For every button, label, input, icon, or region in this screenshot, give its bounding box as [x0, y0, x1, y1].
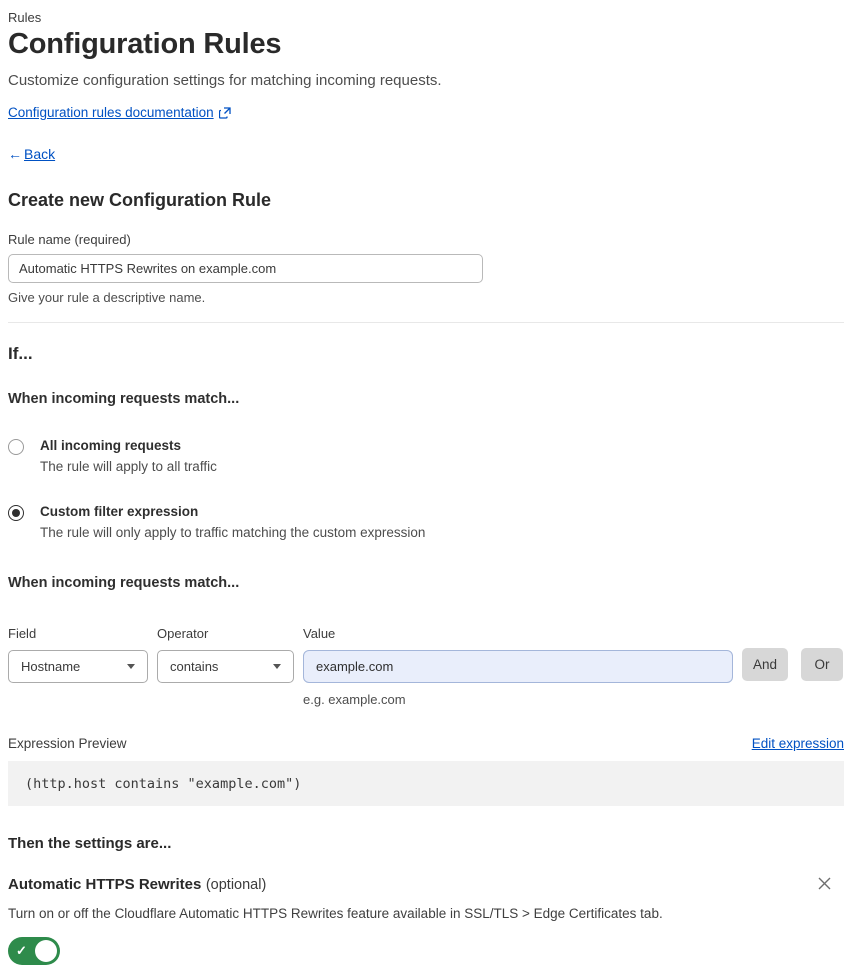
if-heading: If...	[8, 344, 33, 363]
expression-preview-code: (http.host contains "example.com")	[8, 761, 844, 806]
check-icon: ✓	[16, 943, 27, 958]
operator-select[interactable]: contains	[157, 650, 294, 683]
rule-name-input[interactable]	[8, 254, 483, 283]
remove-setting-button[interactable]	[817, 876, 832, 891]
radio-unselected-icon[interactable]	[8, 439, 24, 455]
back-link[interactable]: Back	[24, 146, 55, 162]
field-label: Field	[8, 626, 37, 641]
operator-label: Operator	[157, 626, 209, 641]
match-type-heading: When incoming requests match...	[8, 391, 240, 407]
radio-selected-icon[interactable]	[8, 505, 24, 521]
setting-optional-label: (optional)	[205, 877, 267, 893]
edit-expression-link[interactable]: Edit expression	[752, 736, 844, 751]
rule-name-label: Rule name (required)	[8, 232, 131, 247]
then-heading: Then the settings are...	[8, 835, 172, 852]
documentation-link-label: Configuration rules documentation	[8, 105, 214, 120]
radio-custom-filter-expression[interactable]: Custom filter expression The rule will o…	[8, 504, 844, 540]
or-button[interactable]: Or	[801, 648, 844, 681]
create-rule-heading: Create new Configuration Rule	[8, 190, 272, 210]
and-button[interactable]: And	[742, 648, 789, 681]
radio-description: The rule will only apply to traffic matc…	[40, 525, 426, 540]
expression-builder: Field Hostname Operator contains Value A…	[8, 626, 844, 707]
radio-label: All incoming requests	[40, 438, 182, 453]
section-divider	[8, 322, 844, 323]
operator-select-value: contains	[170, 659, 219, 674]
rule-name-help: Give your rule a descriptive name.	[8, 290, 206, 305]
expression-builder-heading: When incoming requests match...	[8, 575, 240, 591]
setting-name: Automatic HTTPS Rewrites	[8, 876, 202, 893]
page-subtitle: Customize configuration settings for mat…	[8, 72, 442, 89]
close-icon	[817, 876, 832, 891]
chevron-down-icon	[127, 664, 135, 669]
external-link-icon	[218, 106, 231, 119]
expression-code-text: (http.host contains "example.com")	[25, 775, 302, 792]
expression-preview-label: Expression Preview	[8, 736, 127, 751]
value-input[interactable]	[303, 650, 733, 683]
radio-all-incoming-requests[interactable]: All incoming requests The rule will appl…	[8, 438, 844, 474]
automatic-https-rewrites-toggle[interactable]: ✓	[8, 937, 60, 965]
setting-description: Turn on or off the Cloudflare Automatic …	[8, 906, 663, 921]
documentation-link[interactable]: Configuration rules documentation	[8, 105, 231, 120]
page-title: Configuration Rules	[8, 28, 282, 60]
back-arrow-icon: ←	[8, 146, 22, 162]
configuration-rules-page: Rules Configuration Rules Customize conf…	[0, 0, 852, 965]
field-select[interactable]: Hostname	[8, 650, 148, 683]
toggle-knob	[35, 940, 57, 962]
field-select-value: Hostname	[21, 659, 81, 674]
match-type-radio-group: All incoming requests The rule will appl…	[8, 438, 844, 540]
radio-description: The rule will apply to all traffic	[40, 459, 217, 474]
breadcrumb: Rules	[8, 10, 42, 25]
chevron-down-icon	[273, 664, 281, 669]
radio-label: Custom filter expression	[40, 504, 199, 519]
value-label: Value	[303, 626, 336, 641]
value-help-text: e.g. example.com	[303, 692, 406, 707]
